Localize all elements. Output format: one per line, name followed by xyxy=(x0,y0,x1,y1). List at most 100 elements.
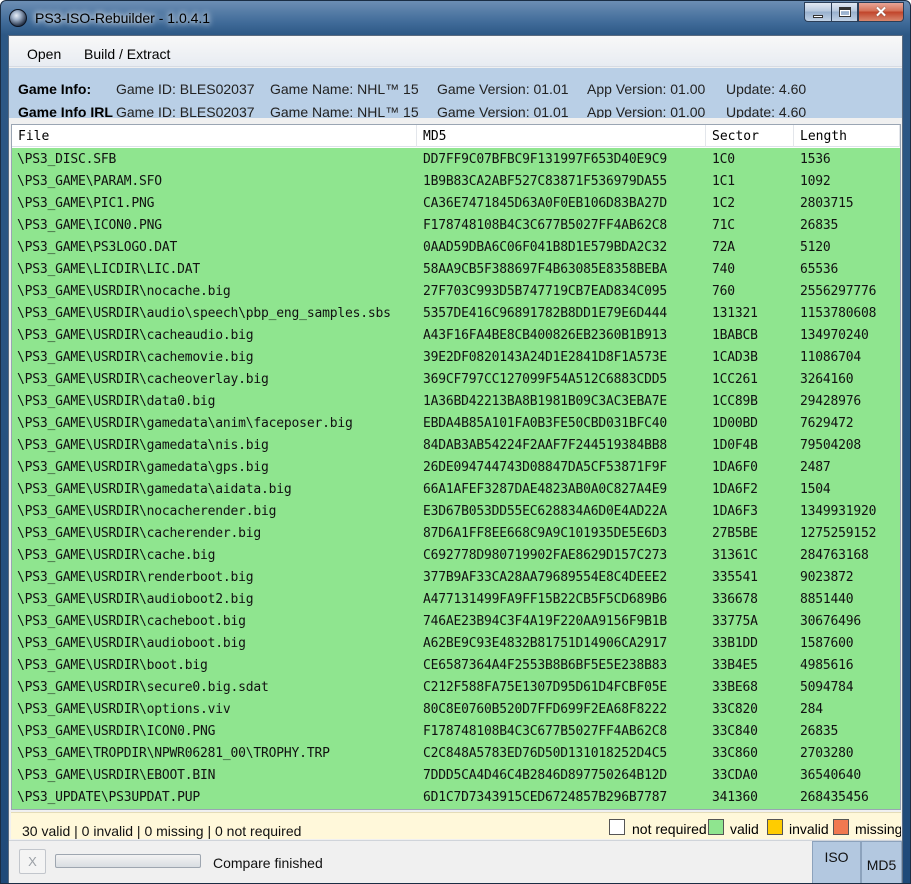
md5-cell: 39E2DF0820143A24D1E2841D8F1A573E xyxy=(423,350,668,365)
file-cell: \PS3_GAME\USRDIR\secure0.big.sdat xyxy=(17,680,269,695)
file-cell: \PS3_GAME\TROPDIR\NPWR06281_00\TROPHY.TR… xyxy=(17,746,330,761)
table-row[interactable]: \PS3_GAME\USRDIR\cacheboot.big 746AE23B94… xyxy=(12,610,900,632)
sector-cell: 1C0 xyxy=(712,152,735,167)
md5-cell: 87D6A1FF8EE668C9A9C101935DE5E6D3 xyxy=(423,526,668,541)
sector-cell: 27B5BE xyxy=(712,526,758,541)
md5-mode-button[interactable]: MD5 xyxy=(861,841,902,883)
file-cell: \PS3_GAME\USRDIR\audioboot.big xyxy=(17,636,246,651)
md5-cell: C212F588FA75E1307D95D61D4FCBF05E xyxy=(423,680,668,695)
md5-cell: 1A36BD42213BA8B1981B09C3AC3EBA7E xyxy=(423,394,668,409)
cancel-button[interactable]: X xyxy=(19,849,46,874)
sector-cell: 1D0F4B xyxy=(712,438,758,453)
md5-cell: C2C848A5783ED76D50D131018252D4C5 xyxy=(423,746,668,761)
table-row[interactable]: \PS3_GAME\USRDIR\ICON0.PNG F178748108B4C3… xyxy=(12,720,900,742)
table-row[interactable]: \PS3_GAME\PS3LOGO.DAT 0AAD59DBA6C06F041B8… xyxy=(12,236,900,258)
table-header: File MD5 Sector Length xyxy=(12,125,900,147)
table-row[interactable]: \PS3_GAME\USRDIR\audioboot2.big A47713149… xyxy=(12,588,900,610)
iso-mode-button[interactable]: ISO xyxy=(812,841,861,883)
table-row[interactable]: \PS3_GAME\USRDIR\cache.big C692778D980719… xyxy=(12,544,900,566)
table-row[interactable]: \PS3_GAME\USRDIR\data0.big 1A36BD42213BA8… xyxy=(12,390,900,412)
sector-cell: 336678 xyxy=(712,592,758,607)
progress-bar xyxy=(55,854,201,868)
length-cell: 284763168 xyxy=(800,548,869,563)
length-cell: 36540640 xyxy=(800,768,862,783)
table-row[interactable]: \PS3_UPDATE\PS3UPDAT.PUP 6D1C7D7343915CED… xyxy=(12,786,900,808)
file-cell: \PS3_GAME\USRDIR\gamedata\anim\faceposer… xyxy=(17,416,353,431)
length-cell: 1153780608 xyxy=(800,306,877,321)
minimize-button[interactable] xyxy=(804,2,831,22)
title-bar[interactable]: PS3-ISO-Rebuilder - 1.0.4.1 ✕ xyxy=(1,1,910,35)
column-header-sector[interactable]: Sector xyxy=(706,125,794,147)
length-cell: 7629472 xyxy=(800,416,854,431)
table-row[interactable]: \PS3_GAME\USRDIR\boot.big CE6587364A4F255… xyxy=(12,654,900,676)
file-cell: \PS3_GAME\USRDIR\gamedata\gps.big xyxy=(17,460,269,475)
file-cell: \PS3_GAME\USRDIR\cacheoverlay.big xyxy=(17,372,269,387)
table-row[interactable]: \PS3_GAME\ICON0.PNG F178748108B4C3C677B50… xyxy=(12,214,900,236)
table-row[interactable]: \PS3_DISC.SFB DD7FF9C07BFBC9F131997F653D4… xyxy=(12,148,900,170)
md5-cell: C692778D980719902FAE8629D157C273 xyxy=(423,548,668,563)
file-cell: \PS3_GAME\LICDIR\LIC.DAT xyxy=(17,262,201,277)
length-cell: 2703280 xyxy=(800,746,854,761)
menu-open[interactable]: Open xyxy=(27,46,61,62)
md5-cell: F178748108B4C3C677B5027FF4AB62C8 xyxy=(423,218,668,233)
table-row[interactable]: \PS3_GAME\USRDIR\nocache.big 27F703C993D5… xyxy=(12,280,900,302)
maximize-icon xyxy=(838,7,851,17)
file-cell: \PS3_GAME\USRDIR\EBOOT.BIN xyxy=(17,768,216,783)
table-row[interactable]: \PS3_GAME\USRDIR\audio\speech\pbp_eng_sa… xyxy=(12,302,900,324)
menu-build-extract[interactable]: Build / Extract xyxy=(84,46,170,62)
legend-swatch-not-required xyxy=(609,819,625,835)
close-button[interactable]: ✕ xyxy=(858,2,904,22)
legend-invalid: invalid xyxy=(789,821,829,837)
table-row[interactable]: \PS3_GAME\USRDIR\cacheoverlay.big 369CF79… xyxy=(12,368,900,390)
file-cell: \PS3_GAME\USRDIR\gamedata\nis.big xyxy=(17,438,269,453)
table-row[interactable]: \PS3_GAME\USRDIR\cachemovie.big 39E2DF082… xyxy=(12,346,900,368)
table-row[interactable]: \PS3_GAME\USRDIR\gamedata\nis.big 84DAB3A… xyxy=(12,434,900,456)
table-row[interactable]: \PS3_GAME\USRDIR\secure0.big.sdat C212F58… xyxy=(12,676,900,698)
length-cell: 1504 xyxy=(800,482,831,497)
table-row[interactable]: \PS3_GAME\USRDIR\gamedata\gps.big 26DE094… xyxy=(12,456,900,478)
sector-cell: 33B4E5 xyxy=(712,658,758,673)
table-row[interactable]: \PS3_GAME\USRDIR\audioboot.big A62BE9C93E… xyxy=(12,632,900,654)
legend-valid: valid xyxy=(730,821,759,837)
maximize-button[interactable] xyxy=(831,2,858,22)
length-cell: 4985616 xyxy=(800,658,854,673)
md5-cell: 6D1C7D7343915CED6724857B296B7787 xyxy=(423,790,668,805)
table-row[interactable]: \PS3_GAME\PARAM.SFO 1B9B83CA2ABF527C83871… xyxy=(12,170,900,192)
md5-cell: 377B9AF33CA28AA79689554E8C4DEEE2 xyxy=(423,570,668,585)
length-cell: 5094784 xyxy=(800,680,854,695)
table-row[interactable]: \PS3_GAME\USRDIR\cacherender.big 87D6A1FF… xyxy=(12,522,900,544)
sector-cell: 1CAD3B xyxy=(712,350,758,365)
table-row[interactable]: \PS3_GAME\USRDIR\options.viv 80C8E0760B52… xyxy=(12,698,900,720)
column-header-length[interactable]: Length xyxy=(794,125,900,147)
table-row[interactable]: \PS3_GAME\USRDIR\gamedata\anim\faceposer… xyxy=(12,412,900,434)
table-row[interactable]: \PS3_GAME\PIC1.PNG CA36E7471845D63A0F0EB1… xyxy=(12,192,900,214)
table-row[interactable]: \PS3_GAME\USRDIR\cacheaudio.big A43F16FA4… xyxy=(12,324,900,346)
file-cell: \PS3_GAME\ICON0.PNG xyxy=(17,218,162,233)
md5-cell: 80C8E0760B520D7FFD699F2EA68F8222 xyxy=(423,702,668,717)
menu-bar: Open Build / Extract xyxy=(9,36,902,67)
table-row[interactable]: \PS3_GAME\USRDIR\nocacherender.big E3D67B… xyxy=(12,500,900,522)
table-row[interactable]: \PS3_GAME\USRDIR\renderboot.big 377B9AF33… xyxy=(12,566,900,588)
sector-cell: 31361C xyxy=(712,548,758,563)
table-row[interactable]: \PS3_GAME\LICDIR\LIC.DAT 58AA9CB5F388697F… xyxy=(12,258,900,280)
md5-cell: 0AAD59DBA6C06F041B8D1E579BDA2C32 xyxy=(423,240,668,255)
column-header-md5[interactable]: MD5 xyxy=(417,125,706,147)
table-row[interactable]: \PS3_GAME\USRDIR\EBOOT.BIN 7DDD5CA4D46C4B… xyxy=(12,764,900,786)
app-window: PS3-ISO-Rebuilder - 1.0.4.1 ✕ Open Build… xyxy=(0,0,911,884)
sector-cell: 72A xyxy=(712,240,735,255)
summary-counts: 30 valid | 0 invalid | 0 missing | 0 not… xyxy=(22,823,302,839)
sector-cell: 1CC261 xyxy=(712,372,758,387)
table-row[interactable]: \PS3_GAME\TROPDIR\NPWR06281_00\TROPHY.TR… xyxy=(12,742,900,764)
table-row[interactable]: \PS3_GAME\USRDIR\gamedata\aidata.big 66A1… xyxy=(12,478,900,500)
sector-cell: 1DA6F3 xyxy=(712,504,758,519)
sector-cell: 1DA6F0 xyxy=(712,460,758,475)
summary-bar: 30 valid | 0 invalid | 0 missing | 0 not… xyxy=(11,812,901,839)
md5-cell: CE6587364A4F2553B8B6BF5E5E238B83 xyxy=(423,658,668,673)
sector-cell: 131321 xyxy=(712,306,758,321)
column-header-file[interactable]: File xyxy=(12,125,417,147)
file-cell: \PS3_GAME\USRDIR\ICON0.PNG xyxy=(17,724,216,739)
file-table: File MD5 Sector Length \PS3_DISC.SFB DD7F… xyxy=(11,124,901,810)
file-cell: \PS3_GAME\USRDIR\audio\speech\pbp_eng_sa… xyxy=(17,306,391,321)
update-version: Update: 4.60 xyxy=(726,81,807,97)
length-cell: 2487 xyxy=(800,460,831,475)
